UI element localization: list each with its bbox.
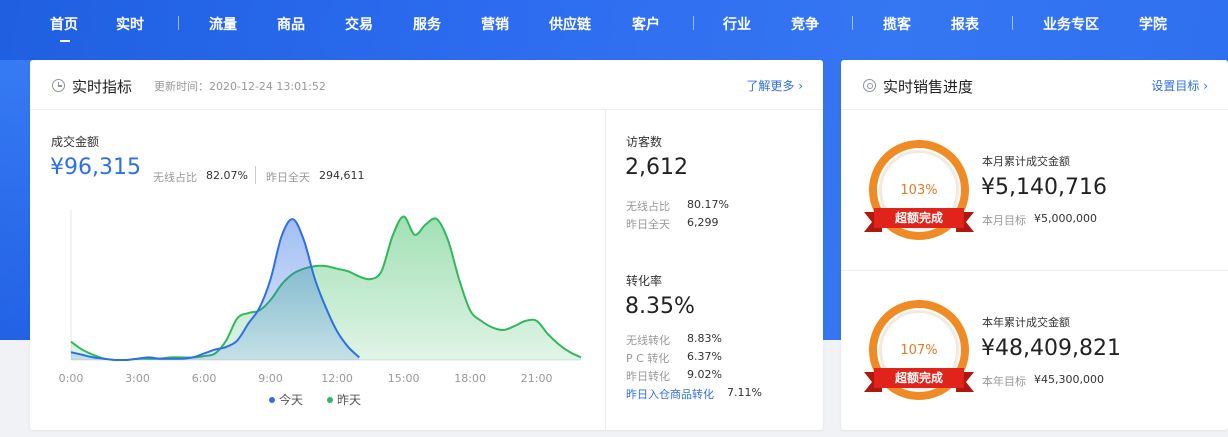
legend-label: 今天	[279, 393, 304, 407]
gmv-value: ¥96,315	[50, 155, 141, 180]
realtime-metrics-card: 实时指标 更新时间：2020-12-24 13:01:52 了解更多 › 成交金…	[30, 60, 823, 430]
conversion-label: 转化率	[626, 274, 663, 288]
gmv-wireless-value: 82.07%	[206, 169, 248, 182]
card-header: 实时指标 更新时间：2020-12-24 13:01:52 了解更多 ›	[30, 60, 823, 110]
year-target-label: 本年目标	[982, 375, 1026, 388]
visitors-wireless-label: 无线占比	[626, 200, 670, 213]
series-area-today	[71, 219, 360, 360]
year-gmv-value: ¥48,409,821	[981, 336, 1121, 361]
nav-separator	[1012, 16, 1013, 30]
visitors-label: 访客数	[626, 135, 663, 149]
badge-label: 超额完成	[874, 368, 964, 388]
badge-label: 超额完成	[874, 208, 964, 228]
card-title: 实时指标	[72, 78, 133, 96]
nav-item-business-zone[interactable]: 业务专区	[1043, 14, 1099, 34]
x-tick-label: 21:00	[521, 372, 553, 385]
visitors-yesterday-label: 昨日全天	[626, 218, 670, 231]
x-tick-label: 6:00	[192, 372, 217, 385]
nav-item-reports[interactable]: 报表	[951, 14, 979, 34]
row-divider	[841, 270, 1228, 271]
nav-item-academy[interactable]: 学院	[1139, 14, 1167, 34]
legend-dot	[327, 396, 333, 403]
nav-item-products[interactable]: 商品	[277, 14, 305, 34]
target-icon	[863, 79, 876, 92]
nav-separator	[178, 16, 179, 30]
conv-wireless-label: 无线转化	[626, 334, 670, 347]
month-percent: 103%	[900, 183, 938, 198]
legend-today[interactable]: 今天	[269, 391, 303, 408]
update-time: 更新时间：2020-12-24 13:01:52	[154, 80, 326, 93]
conv-pc-value: 6.37%	[687, 350, 722, 363]
x-tick-label: 18:00	[454, 372, 486, 385]
visitors-value: 2,612	[625, 155, 688, 180]
nav-item-realtime[interactable]: 实时	[116, 14, 144, 34]
panel-divider	[605, 110, 606, 430]
conv-cart-link[interactable]: 昨日入仓商品转化	[626, 386, 714, 402]
legend-label: 昨天	[337, 393, 362, 407]
nav-item-supply-chain[interactable]: 供应链	[549, 14, 591, 34]
year-percent: 107%	[900, 343, 938, 358]
year-target-value: ¥45,300,000	[1034, 373, 1104, 386]
top-navigation: 首页 实时 流量 商品 交易 服务 营销 供应链 客户 行业 竞争 揽客 报表 …	[0, 0, 1228, 48]
month-gmv-label: 本月累计成交金额	[982, 155, 1070, 168]
exceeded-badge: 超额完成	[864, 208, 974, 232]
conversion-value: 8.35%	[625, 294, 695, 319]
learn-more-link[interactable]: 了解更多 ›	[746, 77, 803, 94]
stat-divider	[255, 166, 256, 184]
conv-yesterday-label: 昨日转化	[626, 370, 670, 383]
month-target-value: ¥5,000,000	[1034, 212, 1097, 225]
year-gmv-label: 本年累计成交金额	[982, 316, 1070, 329]
conv-cart-value: 7.11%	[727, 386, 762, 399]
nav-item-leads[interactable]: 揽客	[883, 14, 911, 34]
conv-pc-label: P C 转化	[626, 352, 670, 365]
x-tick-label: 12:00	[321, 372, 353, 385]
nav-separator	[693, 16, 694, 30]
gmv-yesterday-label: 昨日全天	[266, 171, 310, 184]
nav-item-marketing[interactable]: 营销	[481, 14, 509, 34]
month-progress-ring: 103% 超额完成	[864, 140, 974, 250]
month-target-label: 本月目标	[982, 214, 1026, 227]
legend-dot	[269, 396, 275, 403]
clock-icon	[52, 79, 65, 92]
nav-separator	[852, 16, 853, 30]
x-tick-label: 3:00	[125, 372, 150, 385]
nav-item-home[interactable]: 首页	[50, 14, 78, 42]
nav-item-industry[interactable]: 行业	[723, 14, 751, 34]
exceeded-badge: 超额完成	[864, 368, 974, 392]
nav-item-trade[interactable]: 交易	[345, 14, 373, 34]
gmv-wireless-label: 无线占比	[153, 171, 197, 184]
nav-item-competition[interactable]: 竞争	[791, 14, 819, 34]
gmv-trend-chart: 0:00 3:00 6:00 9:00 12:00 15:00 18:00 21:00	[59, 210, 582, 385]
year-progress-ring: 107% 超额完成	[864, 300, 974, 410]
nav-item-traffic[interactable]: 流量	[209, 14, 237, 34]
nav-item-customers[interactable]: 客户	[632, 14, 660, 34]
visitors-yesterday-value: 6,299	[687, 216, 719, 229]
legend-yesterday[interactable]: 昨天	[327, 391, 361, 408]
nav-item-service[interactable]: 服务	[413, 14, 441, 34]
x-tick-label: 0:00	[59, 372, 84, 385]
conv-wireless-value: 8.83%	[687, 332, 722, 345]
conv-yesterday-value: 9.02%	[687, 368, 722, 381]
visitors-wireless-value: 80.17%	[687, 198, 729, 211]
gmv-label: 成交金额	[51, 135, 100, 149]
month-gmv-value: ¥5,140,716	[981, 175, 1107, 200]
x-tick-label: 15:00	[388, 372, 420, 385]
sales-progress-card: 实时销售进度 设置目标 › 103% 超额完成 本月累计成交金额 ¥5,140,…	[841, 60, 1228, 430]
x-tick-label: 9:00	[258, 372, 283, 385]
card-header: 实时销售进度 设置目标 ›	[841, 60, 1228, 110]
card-title: 实时销售进度	[883, 78, 974, 96]
set-target-link[interactable]: 设置目标 ›	[1151, 77, 1208, 94]
gmv-yesterday-value: 294,611	[319, 169, 365, 182]
